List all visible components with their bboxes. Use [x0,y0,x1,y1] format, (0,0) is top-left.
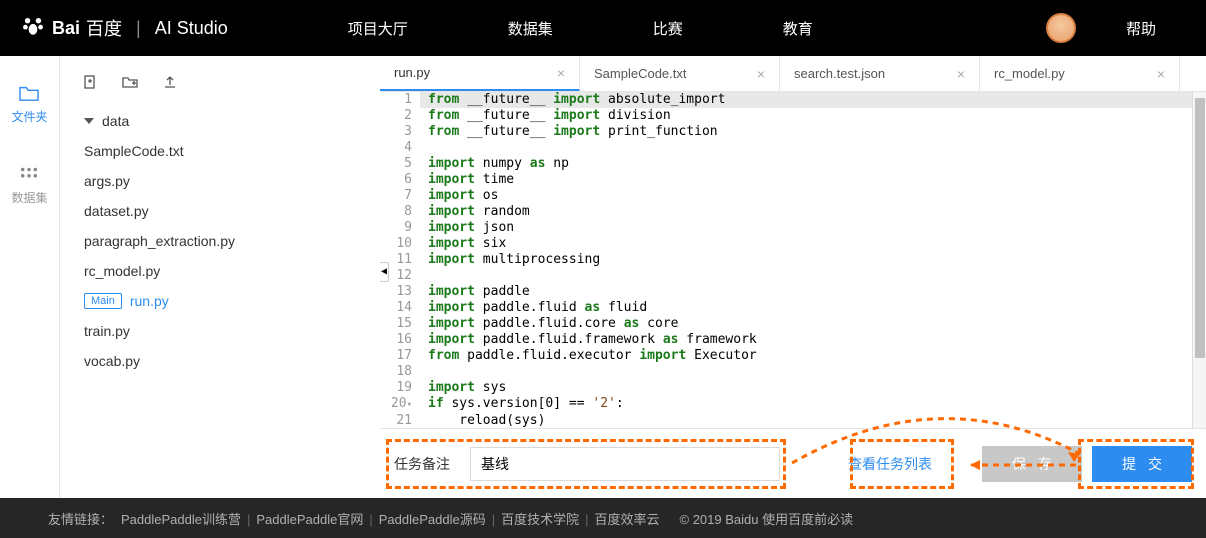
vertical-scrollbar[interactable] [1192,92,1206,428]
tree-file[interactable]: vocab.py [78,346,380,376]
editor-tab[interactable]: run.py× [380,56,580,91]
file-toolbar [78,74,380,90]
footer-link[interactable]: 百度技术学院 [501,512,579,527]
editor-tab[interactable]: rc_model.py× [980,56,1180,91]
editor-tab[interactable]: search.test.json× [780,56,980,91]
gutter-collapse-icon[interactable]: ◀ [380,262,389,282]
upload-icon[interactable] [162,74,178,90]
footer-link[interactable]: PaddlePaddle源码 [379,512,486,527]
tree-folder-data[interactable]: data [78,106,380,136]
tree-file[interactable]: args.py [78,166,380,196]
new-file-icon[interactable] [82,74,98,90]
rail-dataset[interactable]: 数据集 [11,165,47,206]
footer-link[interactable]: 百度效率云 [595,512,660,527]
new-folder-icon[interactable] [122,74,138,90]
tree-file[interactable]: rc_model.py [78,256,380,286]
tree-file[interactable]: dataset.py [78,196,380,226]
nav-education[interactable]: 教育 [783,18,813,39]
footer-prefix: 友情链接： [48,509,113,528]
folder-icon [18,84,40,102]
tree-file[interactable]: paragraph_extraction.py [78,226,380,256]
nav-datasets[interactable]: 数据集 [508,18,553,39]
footer-copyright: © 2019 Baidu 使用百度前必读 [680,509,854,528]
save-button[interactable]: 保存 [982,446,1082,482]
footer-link[interactable]: PaddlePaddle训练营 [121,512,241,527]
rail-folder[interactable]: 文件夹 [11,84,47,125]
tree-file[interactable]: train.py [78,316,380,346]
close-icon[interactable]: × [957,66,965,82]
footer-link[interactable]: PaddlePaddle官网 [256,512,363,527]
view-task-list-link[interactable]: 查看任务列表 [848,454,932,474]
task-note-input[interactable] [470,447,780,481]
grid-icon [18,165,40,183]
tree-file[interactable]: SampleCode.txt [78,136,380,166]
nav-projects[interactable]: 项目大厅 [348,18,408,39]
close-icon[interactable]: × [1157,66,1165,82]
help-link[interactable]: 帮助 [1126,18,1156,39]
avatar[interactable] [1046,13,1076,43]
tree-file-run[interactable]: Mainrun.py [78,286,380,316]
paw-icon [20,12,46,44]
task-note-label: 任务备注 [394,454,450,474]
main-badge: Main [84,293,122,309]
code-editor[interactable]: ◀ 1from __future__ import absolute_impor… [380,92,1192,428]
editor-tab[interactable]: SampleCode.txt× [580,56,780,91]
logo[interactable]: Bai百度 | AI Studio [20,12,228,44]
caret-icon [84,118,94,124]
nav-competition[interactable]: 比赛 [653,18,683,39]
close-icon[interactable]: × [757,66,765,82]
close-icon[interactable]: × [557,65,565,81]
submit-button[interactable]: 提交 [1092,446,1192,482]
